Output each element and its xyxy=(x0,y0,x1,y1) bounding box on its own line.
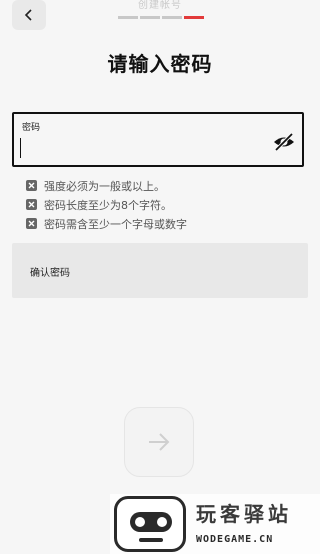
confirm-password-field[interactable]: 确认密码 xyxy=(12,243,308,298)
rule-text: 密码需含至少一个字母或数字 xyxy=(44,217,187,231)
x-box-icon xyxy=(26,199,37,210)
progress-indicator xyxy=(118,16,204,19)
watermark-url: WODEGAME.CN xyxy=(196,534,274,545)
watermark: 玩客驿站 WODEGAME.CN xyxy=(110,494,320,554)
x-box-icon xyxy=(26,218,37,229)
step-title: 创建帐号 xyxy=(138,0,182,11)
progress-segment xyxy=(118,16,138,19)
watermark-title: 玩客驿站 xyxy=(196,502,292,526)
page-title: 请输入密码 xyxy=(107,52,213,76)
progress-segment-active xyxy=(184,16,204,19)
password-field[interactable]: 密码 xyxy=(12,112,304,167)
eye-off-icon[interactable] xyxy=(272,131,296,153)
password-label: 密码 xyxy=(22,123,41,133)
progress-segment xyxy=(162,16,182,19)
rule-item: 密码长度至少为8个字符。 xyxy=(26,195,187,214)
arrow-right-icon xyxy=(149,433,170,451)
password-rules: 强度必须为一般或以上。 密码长度至少为8个字符。 密码需含至少一个字母或数字 xyxy=(26,176,187,233)
gamepad-logo-icon xyxy=(114,496,186,552)
x-box-icon xyxy=(26,180,37,191)
password-input[interactable] xyxy=(24,136,268,162)
next-button[interactable] xyxy=(124,407,194,477)
rule-item: 强度必须为一般或以上。 xyxy=(26,176,187,195)
rule-text: 密码长度至少为8个字符。 xyxy=(44,198,172,212)
text-caret xyxy=(20,138,21,158)
confirm-password-label: 确认密码 xyxy=(30,268,70,279)
progress-segment xyxy=(140,16,160,19)
rule-item: 密码需含至少一个字母或数字 xyxy=(26,214,187,233)
rule-text: 强度必须为一般或以上。 xyxy=(44,179,165,193)
